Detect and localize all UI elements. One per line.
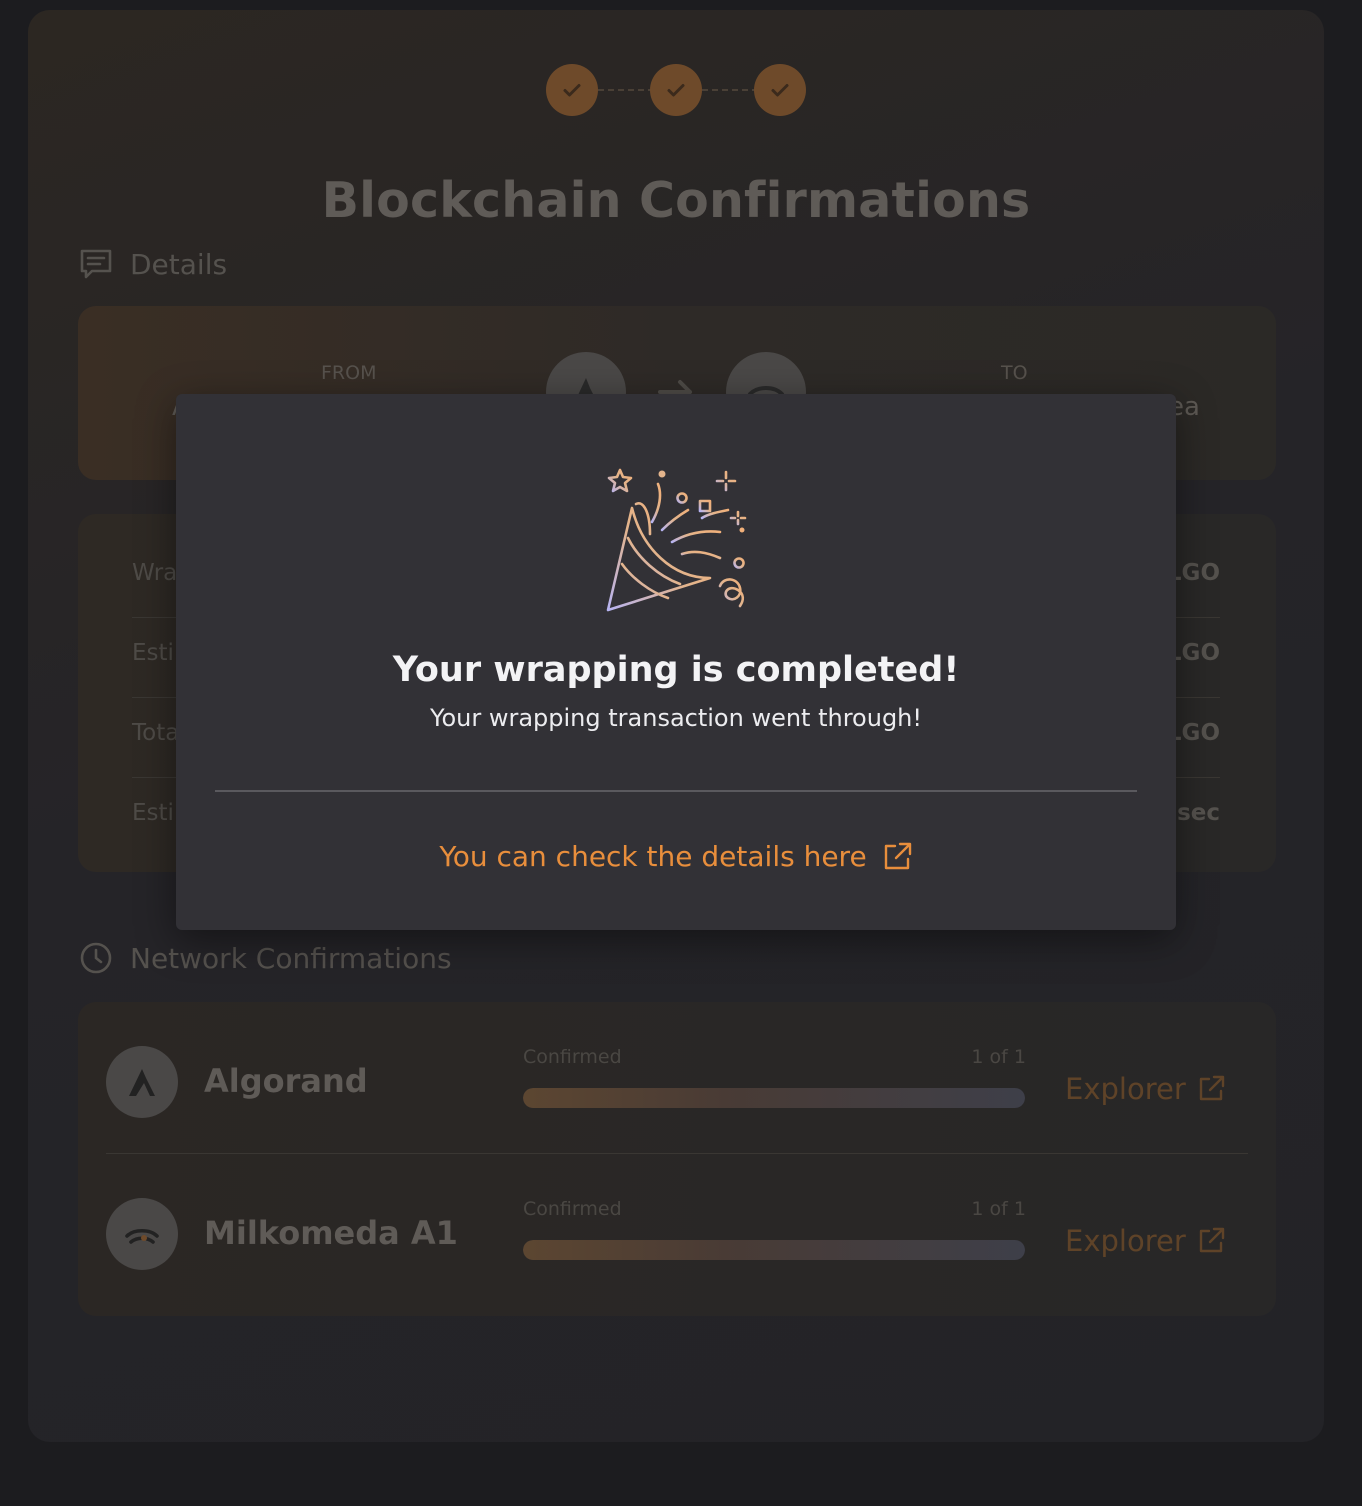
network-heading-label: Network Confirmations (130, 941, 452, 975)
explorer-link-label: Explorer (1065, 1072, 1186, 1106)
view-details-label: You can check the details here (439, 840, 867, 873)
summary-row-label: Tota (132, 720, 180, 746)
network-status: Confirmed (523, 1046, 622, 1068)
message-square-icon (80, 249, 112, 279)
modal-title: Your wrapping is completed! (392, 650, 960, 690)
external-link-icon (1199, 1075, 1224, 1101)
step-complete-1 (546, 64, 598, 116)
network-panel: Algorand Confirmed 1 of 1 Explorer Milko… (78, 1002, 1276, 1316)
explorer-link[interactable]: Explorer (1065, 1224, 1226, 1258)
network-name: Milkomeda A1 (204, 1214, 458, 1252)
network-status: Confirmed (523, 1198, 622, 1220)
stepper (28, 54, 1324, 126)
network-progress-fill (523, 1088, 1025, 1108)
to-label: TO (1001, 362, 1028, 384)
check-icon (667, 84, 685, 97)
network-heading: Network Confirmations (78, 940, 452, 976)
modal-subtitle: Your wrapping transaction went through! (429, 704, 923, 732)
divider (215, 790, 1137, 792)
algorand-logo (106, 1046, 178, 1118)
network-progress-bar (523, 1240, 1025, 1260)
summary-row-label: Esti (132, 640, 174, 666)
check-icon (771, 84, 789, 97)
party-popper-icon (606, 468, 747, 612)
network-count: 1 of 1 (971, 1046, 1026, 1068)
network-progress-fill (523, 1240, 1025, 1260)
step-complete-2 (650, 64, 702, 116)
network-row: Milkomeda A1 Confirmed 1 of 1 Explorer (106, 1154, 1248, 1306)
milkomeda-logo (106, 1198, 178, 1270)
network-count: 1 of 1 (971, 1198, 1026, 1220)
check-icon (563, 84, 581, 97)
clock-icon (80, 942, 112, 974)
summary-row-label: Esti (132, 800, 174, 826)
step-complete-3 (754, 64, 806, 116)
view-details-link[interactable]: You can check the details here (176, 840, 1176, 873)
from-label: FROM (321, 362, 377, 384)
page-title: Blockchain Confirmations (321, 172, 1031, 229)
summary-row-value: sec (1177, 800, 1220, 826)
external-link-icon (884, 842, 911, 869)
explorer-link-label: Explorer (1065, 1224, 1186, 1258)
summary-row-label: Wra (132, 560, 178, 586)
milkomeda-icon (125, 1228, 159, 1244)
details-heading: Details (78, 246, 227, 282)
network-row: Algorand Confirmed 1 of 1 Explorer (106, 1002, 1248, 1154)
algorand-icon (129, 1069, 155, 1096)
explorer-link[interactable]: Explorer (1065, 1072, 1226, 1106)
external-link-icon (1199, 1227, 1224, 1253)
details-heading-label: Details (130, 247, 228, 281)
page: Blockchain Confirmations Details FROM A (0, 0, 1362, 1506)
network-progress-bar (523, 1088, 1025, 1108)
network-name: Algorand (204, 1062, 368, 1100)
success-modal: Your wrapping is completed! Your wrappin… (176, 394, 1176, 930)
